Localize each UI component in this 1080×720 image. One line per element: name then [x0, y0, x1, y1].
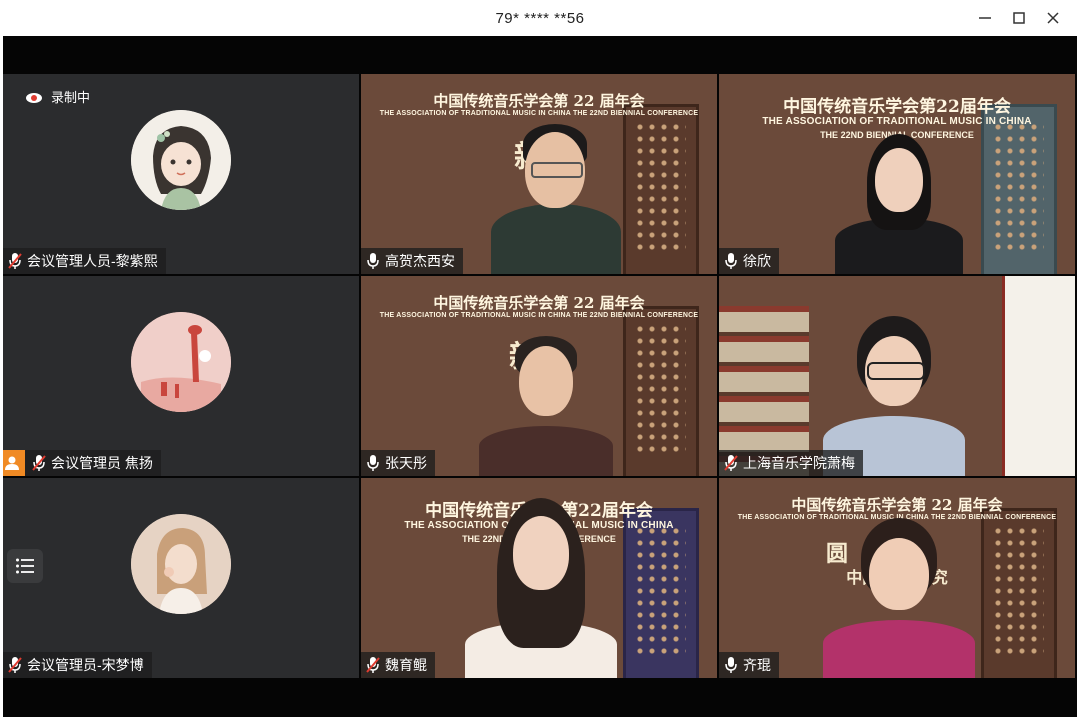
banner-title: 中国传统音乐学会第22届年会: [783, 97, 1011, 117]
wall-painting: [1002, 276, 1075, 476]
participant-name: 徐欣: [743, 253, 771, 269]
participant-name-tag: 高贺杰西安: [361, 248, 463, 274]
mic-muted-icon: [7, 656, 23, 674]
mic-icon: [723, 656, 739, 674]
banner-subtitle-line1: THE ASSOCIATION OF TRADITIONAL MUSIC IN …: [762, 116, 1032, 127]
participant-grid: 录制中 会议管理人员-黎紫熙 中国传统音乐学会第 22 届年会 THE ASSO…: [3, 74, 1077, 717]
participant-name: 齐琨: [743, 657, 771, 673]
participant-list-button[interactable]: [7, 549, 43, 583]
maximize-icon: [1013, 12, 1025, 24]
participant-name: 会议管理员-宋梦博: [27, 657, 144, 673]
participant-tile-5[interactable]: 中国传统音乐学会第 22 届年会 THE ASSOCIATION OF TRAD…: [361, 276, 717, 476]
participant-tile-3[interactable]: 中国传统音乐学会第22届年会 THE ASSOCIATION OF TRADIT…: [719, 74, 1075, 274]
participant-name-tag: 徐欣: [719, 248, 779, 274]
participant-name-tag: 会议管理员 焦扬: [3, 450, 161, 476]
participant-name-tag: 魏育鲲: [361, 652, 435, 678]
participant-name-tag: 会议管理人员-黎紫熙: [3, 248, 166, 274]
participant-tile-6[interactable]: 上海音乐学院萧梅: [719, 276, 1075, 476]
mic-icon: [723, 252, 739, 270]
participant-video: [471, 336, 621, 476]
participant-name-tag: 上海音乐学院萧梅: [719, 450, 863, 476]
list-menu-icon: [16, 558, 34, 574]
window-title: 79* **** **56: [495, 9, 585, 27]
meeting-window: 79* **** **56 录制中 会议管理人员-黎紫熙 中国传统音乐学会第 2…: [0, 0, 1080, 720]
mic-icon: [365, 252, 381, 270]
banner-subtitle: THE ASSOCIATION OF TRADITIONAL MUSIC IN …: [379, 110, 699, 117]
participant-name: 会议管理人员-黎紫熙: [27, 253, 158, 269]
giraffe-illustration-icon: [131, 312, 231, 412]
participant-name-tag: 张天彤: [361, 450, 435, 476]
recording-indicator: 录制中: [25, 87, 90, 106]
participant-name: 上海音乐学院萧梅: [743, 455, 855, 471]
participant-tile-7[interactable]: 会议管理员-宋梦博: [3, 478, 359, 678]
maximize-button[interactable]: [1002, 0, 1036, 36]
participant-video: [461, 498, 621, 678]
door-background: [981, 508, 1057, 678]
participant-tile-9[interactable]: 中国传统音乐学会第 22 届年会 THE ASSOCIATION OF TRAD…: [719, 478, 1075, 678]
window-controls: [968, 0, 1070, 36]
banner-title: 中国传统音乐学会第 22 届年会: [433, 92, 645, 110]
girl-illustration-icon: [131, 110, 231, 210]
avatar: [131, 110, 231, 210]
minimize-button[interactable]: [968, 0, 1002, 36]
participant-tile-8[interactable]: 中国传统音乐学会第22届年会 THE ASSOCIATION OF TRADIT…: [361, 478, 717, 678]
mic-icon: [365, 454, 381, 472]
participant-name: 高贺杰西安: [385, 253, 455, 269]
minimize-icon: [979, 17, 991, 19]
mic-muted-icon: [7, 252, 23, 270]
door-background: [623, 104, 699, 274]
banner-title: 中国传统音乐学会第 22 届年会: [433, 294, 645, 312]
recording-label: 录制中: [51, 90, 91, 105]
banner-subtitle: THE ASSOCIATION OF TRADITIONAL MUSIC IN …: [379, 312, 699, 319]
close-icon: [1047, 12, 1059, 24]
host-user-icon: [3, 450, 25, 476]
participant-video: [819, 518, 979, 678]
mic-muted-icon: [31, 454, 47, 472]
cloud-record-icon: [25, 90, 43, 104]
participant-name: 张天彤: [385, 455, 427, 471]
mic-muted-icon: [365, 656, 381, 674]
participant-name: 魏育鲲: [385, 657, 427, 673]
video-stage: 录制中 会议管理人员-黎紫熙 中国传统音乐学会第 22 届年会 THE ASSO…: [3, 36, 1077, 717]
participant-name: 会议管理员 焦扬: [51, 455, 153, 471]
participant-tile-2[interactable]: 中国传统音乐学会第 22 届年会 THE ASSOCIATION OF TRAD…: [361, 74, 717, 274]
avatar: [131, 514, 231, 614]
banner-title: 中国传统音乐学会第 22 届年会: [791, 496, 1003, 514]
participant-name-tag: 会议管理员-宋梦博: [3, 652, 152, 678]
participant-tile-1[interactable]: 录制中 会议管理人员-黎紫熙: [3, 74, 359, 274]
mic-muted-icon: [723, 454, 739, 472]
girl-photo-icon: [131, 514, 231, 614]
avatar: [131, 312, 231, 412]
participant-name-tag: 齐琨: [719, 652, 779, 678]
participant-tile-4[interactable]: 会议管理员 焦扬: [3, 276, 359, 476]
participant-video: [481, 124, 631, 274]
participant-video: [829, 134, 969, 274]
close-button[interactable]: [1036, 0, 1070, 36]
title-bar: 79* **** **56: [0, 0, 1080, 36]
